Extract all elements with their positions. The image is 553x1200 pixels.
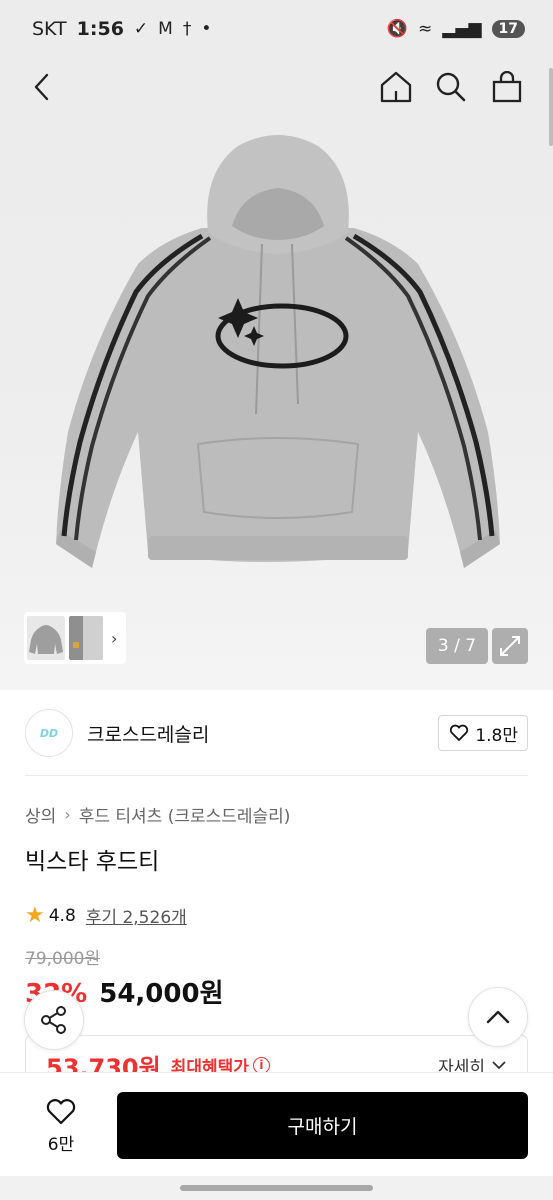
share-icon — [41, 1006, 66, 1034]
thumbnail-next-icon[interactable]: › — [111, 629, 117, 648]
check-circle-icon: ✓ — [133, 19, 149, 39]
brand-like-button[interactable]: 1.8만 — [438, 715, 528, 751]
thumbnail-model-image — [69, 616, 103, 660]
chevron-down-icon — [492, 1061, 506, 1070]
carrier-label: SKT — [32, 18, 67, 40]
thumbnail-2[interactable] — [69, 616, 103, 660]
back-button[interactable] — [18, 62, 68, 112]
clock: 1:56 — [76, 18, 124, 40]
thumbnail-hoodie-image — [29, 625, 63, 654]
expand-icon — [500, 636, 520, 656]
brand-name[interactable]: 크로스드레슬리 — [87, 720, 209, 747]
heart-icon — [450, 724, 469, 741]
product-gallery[interactable]: › 3 / 7 — [0, 0, 553, 690]
back-arrow-icon — [34, 73, 49, 101]
status-left: SKT 1:56 ✓ M † • — [32, 18, 211, 40]
info-icon[interactable]: i — [252, 1056, 270, 1074]
scroll-top-button[interactable] — [468, 987, 528, 1047]
product-image — [56, 135, 500, 568]
battery-badge: 17 — [491, 20, 525, 38]
wishlist-count: 6만 — [47, 1134, 75, 1155]
breadcrumb: 상의 › 후드 티셔츠 (크로스드레슬리) — [25, 802, 290, 827]
buy-button[interactable]: 구매하기 — [117, 1092, 528, 1159]
top-nav — [0, 62, 553, 112]
original-price: 79,000원 — [25, 949, 101, 969]
wifi-icon: ≈ — [418, 19, 433, 39]
status-bar: SKT 1:56 ✓ M † • 🔇 ≈ ▂▄▆ 17 — [0, 0, 553, 58]
review-link[interactable]: 후기 2,526개 — [86, 903, 187, 928]
star-icon: ★ — [25, 903, 45, 928]
gesture-bar — [0, 1176, 553, 1200]
divider — [25, 775, 528, 776]
breadcrumb-item-category[interactable]: 상의 — [25, 802, 56, 827]
rating-score: 4.8 — [48, 905, 76, 926]
brand-logo[interactable]: DD — [25, 709, 73, 757]
home-indicator[interactable] — [180, 1185, 373, 1191]
dot-icon: • — [201, 19, 212, 39]
mute-icon: 🔇 — [386, 19, 409, 39]
brand-row: DD 크로스드레슬리 1.8만 — [0, 690, 553, 776]
chevron-right-icon: › — [64, 805, 71, 824]
heart-icon — [46, 1098, 76, 1124]
flashlight-icon: † — [182, 19, 192, 39]
thumbnail-strip[interactable]: › — [24, 612, 126, 664]
wishlist-button[interactable]: 6만 — [26, 1091, 96, 1161]
image-counter: 3 / 7 — [426, 628, 488, 664]
sale-price: 54,000원 — [99, 979, 224, 1009]
home-button[interactable] — [371, 62, 421, 112]
brand-logo-text: DD — [39, 726, 59, 740]
search-icon — [436, 72, 466, 102]
brand-like-count: 1.8만 — [475, 725, 518, 746]
share-button[interactable] — [24, 990, 84, 1050]
chevron-up-icon — [486, 1010, 510, 1024]
shopping-bag-icon — [492, 71, 522, 103]
expand-button[interactable] — [492, 628, 528, 664]
rating-row: ★ 4.8 후기 2,526개 — [25, 903, 187, 928]
breadcrumb-item-subcategory[interactable]: 후드 티셔츠 (크로스드레슬리) — [79, 802, 291, 827]
mail-icon: M — [158, 19, 173, 39]
signal-icon: ▂▄▆ — [442, 19, 482, 39]
search-button[interactable] — [426, 62, 476, 112]
bottom-action-bar: 6만 구매하기 — [0, 1072, 553, 1176]
cart-button[interactable] — [482, 62, 532, 112]
thumbnail-1[interactable] — [27, 616, 65, 660]
status-right: 🔇 ≈ ▂▄▆ 17 — [387, 19, 525, 39]
home-icon — [380, 71, 412, 103]
product-title: 빅스타 후드티 — [25, 849, 160, 875]
